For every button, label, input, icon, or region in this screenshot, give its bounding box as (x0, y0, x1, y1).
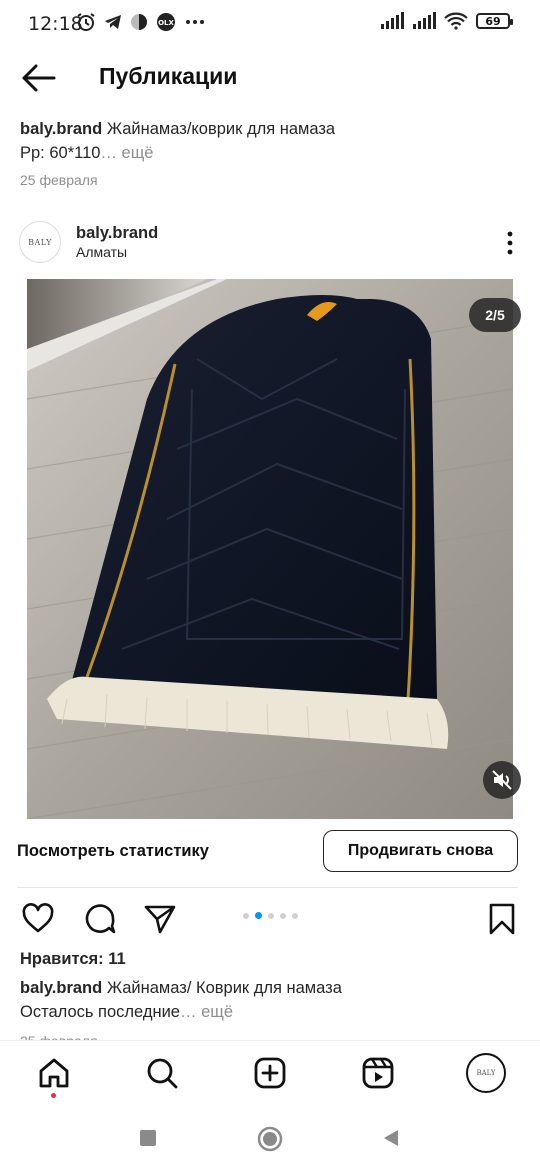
reels-icon (362, 1057, 394, 1089)
profile-avatar: BALY (466, 1053, 506, 1093)
image-counter-badge: 2/5 (469, 298, 521, 332)
telegram-icon (105, 15, 121, 29)
alarm-icon (77, 13, 95, 31)
post-image[interactable] (27, 279, 513, 819)
app-half-icon (131, 14, 147, 30)
carousel-dot (268, 912, 274, 919)
previous-post-username[interactable]: baly.brand (20, 120, 102, 138)
page-title: Публикации (99, 63, 238, 89)
carousel-dot (280, 912, 286, 919)
nav-profile[interactable]: BALY (466, 1053, 506, 1093)
recent-apps-icon[interactable] (139, 1129, 157, 1147)
back-button-icon[interactable] (381, 1128, 401, 1148)
olx-icon: OLX (157, 13, 175, 31)
status-bar: 12:18 OLX 69 (0, 0, 540, 48)
likes-count[interactable]: Нравится: 11 (20, 950, 126, 969)
create-icon (254, 1057, 286, 1089)
search-icon (147, 1058, 178, 1089)
status-system-icons: 69 (380, 12, 513, 30)
caption-username[interactable]: baly.brand (20, 979, 102, 997)
previous-post-date: 25 февраля (20, 172, 98, 188)
home-button-icon[interactable] (257, 1126, 283, 1152)
page-header: Публикации (0, 50, 540, 106)
more-notifications-icon (186, 20, 204, 24)
battery-indicator: 69 (476, 13, 513, 29)
nav-create[interactable] (252, 1055, 288, 1091)
nav-home[interactable] (36, 1055, 72, 1091)
status-time: 12:18 (28, 13, 83, 35)
bottom-navigation: BALY (0, 1040, 540, 1106)
mute-toggle[interactable] (483, 761, 521, 799)
carousel-dot (292, 912, 298, 919)
nav-search[interactable] (144, 1055, 180, 1091)
nav-reels[interactable] (360, 1055, 396, 1091)
carousel-indicator (243, 912, 298, 919)
sound-off-icon (492, 770, 512, 790)
more-options-icon[interactable] (500, 230, 520, 256)
carousel-dot (243, 912, 249, 919)
view-insights-link[interactable]: Посмотреть статистику (17, 842, 209, 861)
like-heart-icon[interactable] (21, 902, 55, 936)
wifi-icon (444, 12, 468, 30)
caption-more-link[interactable]: … ещё (180, 1003, 233, 1021)
system-navigation-bar (0, 1106, 540, 1170)
svg-text:OLX: OLX (158, 19, 174, 27)
status-notification-icons: OLX (76, 12, 206, 32)
previous-post-caption-text: Жайнамаз/коврик для намаза (106, 120, 336, 138)
caption-line2: Осталось последние (20, 1003, 180, 1021)
post-author-username[interactable]: baly.brand (76, 224, 158, 243)
signal-icon-2 (413, 12, 436, 29)
signal-icon (381, 12, 404, 29)
profile-avatar-text: BALY (476, 1069, 496, 1077)
carousel-dot-active (255, 912, 262, 919)
caption-text: Жайнамаз/ Коврик для намаза (106, 979, 342, 997)
home-icon (39, 1058, 69, 1088)
previous-post-caption: baly.brand Жайнамаз/коврик для намаза Рр… (20, 117, 520, 165)
post-caption: baly.brand Жайнамаз/ Коврик для намаза О… (20, 976, 520, 1024)
promote-again-button[interactable]: Продвигать снова (323, 830, 518, 872)
share-send-icon[interactable] (143, 902, 177, 936)
previous-post-more-link[interactable]: … ещё (100, 144, 153, 162)
comment-icon[interactable] (83, 902, 117, 936)
post-location[interactable]: Алматы (76, 244, 127, 260)
post-author-avatar[interactable]: BALY (19, 221, 61, 263)
avatar-logo-text: BALY (28, 237, 52, 247)
save-bookmark-icon[interactable] (485, 902, 519, 936)
previous-post-caption-line2: Рр: 60*110 (20, 144, 101, 162)
battery-level: 69 (485, 14, 501, 28)
notification-dot (51, 1093, 56, 1098)
back-arrow-icon[interactable] (20, 62, 56, 94)
prayer-rug-photo (27, 279, 513, 819)
divider (17, 887, 518, 888)
